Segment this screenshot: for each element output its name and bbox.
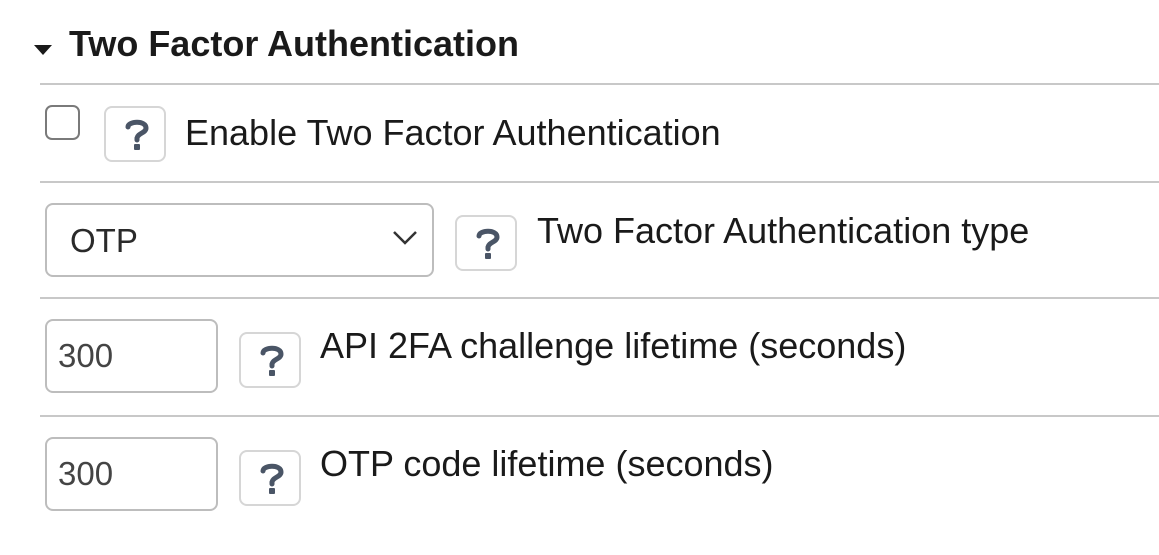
chevron-down-icon xyxy=(393,231,417,245)
section-header[interactable]: Two Factor Authentication xyxy=(0,0,1159,84)
setting-label: Enable Two Factor Authentication xyxy=(185,112,721,153)
setting-row-enable-2fa: Enable Two Factor Authentication xyxy=(40,83,1159,183)
question-mark-icon xyxy=(260,345,284,376)
help-button-enable-2fa[interactable] xyxy=(104,106,166,162)
setting-row-2fa-type: OTP Two Factor Authentication type xyxy=(40,181,1159,299)
question-mark-icon xyxy=(476,228,500,259)
setting-label: Two Factor Authentication type xyxy=(537,210,1030,251)
enable-2fa-checkbox[interactable] xyxy=(45,105,80,140)
otp-lifetime-input[interactable] xyxy=(45,437,218,511)
help-button-api-2fa-lifetime[interactable] xyxy=(239,332,301,388)
select-value: OTP xyxy=(70,222,138,259)
help-button-otp-lifetime[interactable] xyxy=(239,450,301,506)
api-2fa-lifetime-input[interactable] xyxy=(45,319,218,393)
2fa-type-select[interactable]: OTP xyxy=(45,203,434,277)
setting-label: API 2FA challenge lifetime (seconds) xyxy=(320,325,907,366)
question-mark-icon xyxy=(125,119,149,150)
setting-label: OTP code lifetime (seconds) xyxy=(320,443,774,484)
setting-row-api-2fa-lifetime: API 2FA challenge lifetime (seconds) xyxy=(40,297,1159,417)
help-button-2fa-type[interactable] xyxy=(455,215,517,271)
setting-row-otp-lifetime: OTP code lifetime (seconds) xyxy=(40,415,1159,555)
caret-down-icon[interactable] xyxy=(34,45,52,55)
question-mark-icon xyxy=(260,463,284,494)
section-title: Two Factor Authentication xyxy=(69,23,519,64)
